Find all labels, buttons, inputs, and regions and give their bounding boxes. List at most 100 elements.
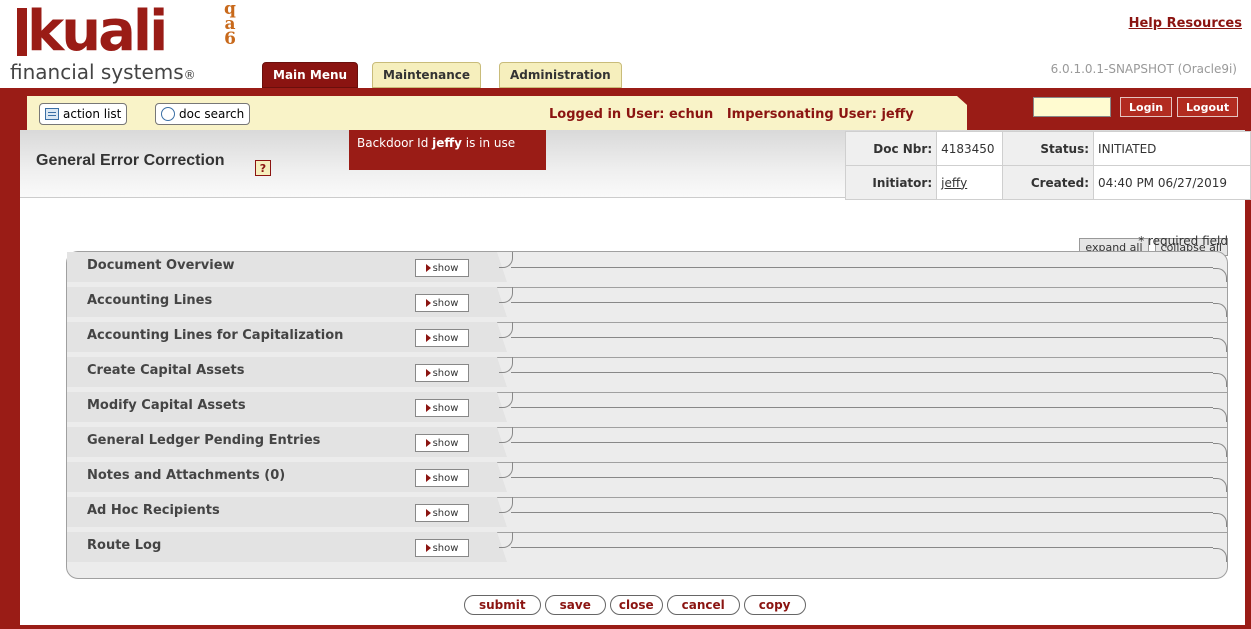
- show-button[interactable]: show: [415, 364, 469, 382]
- section-create-capital-assets: Create Capital Assets show: [67, 357, 1227, 392]
- created-label: Created:: [1001, 165, 1095, 200]
- show-label: show: [432, 402, 459, 414]
- tab-administration[interactable]: Administration: [499, 62, 622, 88]
- action-list-button[interactable]: action list: [39, 103, 128, 125]
- section-modify-capital-assets: Modify Capital Assets show: [67, 392, 1227, 427]
- section-route-log: Route Log show: [67, 532, 1227, 567]
- document-actions: submit save close cancel copy: [464, 595, 806, 615]
- show-label: show: [432, 437, 459, 449]
- expand-arrow-icon: [425, 544, 431, 552]
- action-list-icon: [45, 108, 59, 120]
- section-title: Notes and Attachments (0): [87, 468, 286, 483]
- section-divider: [511, 357, 1213, 373]
- section-divider: [511, 427, 1213, 443]
- backdoor-login-input[interactable]: [1033, 97, 1111, 117]
- page-title: General Error Correction: [36, 152, 225, 169]
- created-value: 04:40 PM 06/27/2019: [1093, 165, 1251, 200]
- section-divider: [511, 497, 1213, 513]
- logo-bar: [17, 8, 27, 56]
- show-button[interactable]: show: [415, 294, 469, 312]
- section-accounting-lines: Accounting Lines show: [67, 287, 1227, 322]
- show-label: show: [432, 507, 459, 519]
- logo-stack: q a 6: [220, 1, 240, 49]
- section-divider: [511, 392, 1213, 408]
- section-title: General Ledger Pending Entries: [87, 433, 321, 448]
- initiator-link[interactable]: jeffy: [941, 176, 967, 190]
- section-notes-attachments: Notes and Attachments (0) show: [67, 462, 1227, 497]
- close-button[interactable]: close: [609, 595, 663, 615]
- status-label: Status:: [1001, 131, 1095, 166]
- section-title: Route Log: [87, 538, 162, 553]
- show-label: show: [432, 472, 459, 484]
- section-divider: [511, 287, 1213, 303]
- show-button[interactable]: show: [415, 399, 469, 417]
- logged-in-status: Logged in User: echun Impersonating User…: [549, 107, 914, 122]
- help-icon[interactable]: ?: [255, 160, 271, 176]
- logo-wordmark: kuali: [27, 0, 168, 64]
- section-title: Accounting Lines for Capitalization: [87, 328, 344, 343]
- section-divider: [511, 252, 1213, 268]
- show-button[interactable]: show: [415, 504, 469, 522]
- status-value: INITIATED: [1093, 131, 1251, 166]
- show-button[interactable]: show: [415, 539, 469, 557]
- expand-arrow-icon: [425, 369, 431, 377]
- left-border: [0, 88, 20, 629]
- submit-button[interactable]: submit: [464, 595, 541, 615]
- expand-arrow-icon: [425, 404, 431, 412]
- expand-arrow-icon: [425, 334, 431, 342]
- copy-button[interactable]: copy: [743, 595, 806, 615]
- tab-maintenance[interactable]: Maintenance: [372, 62, 482, 88]
- backdoor-user: jeffy: [432, 136, 462, 150]
- doc-search-button[interactable]: doc search: [155, 103, 251, 125]
- show-label: show: [432, 332, 459, 344]
- initiator-label: Initiator:: [844, 165, 938, 200]
- tab-main-menu[interactable]: Main Menu: [262, 62, 359, 88]
- show-label: show: [432, 262, 459, 274]
- doc-nbr-label: Doc Nbr:: [844, 131, 938, 166]
- logo-subtitle-text: financial systems: [10, 60, 184, 84]
- section-ad-hoc-recipients: Ad Hoc Recipients show: [67, 497, 1227, 532]
- expand-arrow-icon: [425, 439, 431, 447]
- section-gl-pending-entries: General Ledger Pending Entries show: [67, 427, 1227, 462]
- document-info-table: Doc Nbr: 4183450 Status: INITIATED Initi…: [844, 131, 1251, 200]
- registered-mark: ®: [183, 68, 196, 82]
- required-field-note-text: * required field: [1138, 234, 1228, 248]
- section-title: Accounting Lines: [87, 293, 213, 308]
- section-title: Document Overview: [87, 258, 235, 273]
- show-button[interactable]: show: [415, 259, 469, 277]
- show-button[interactable]: show: [415, 329, 469, 347]
- doc-nbr-value: 4183450: [936, 131, 1003, 166]
- section-divider-end: [1213, 268, 1227, 282]
- section-title: Create Capital Assets: [87, 363, 245, 378]
- section-divider: [511, 322, 1213, 338]
- section-document-overview: Document Overview show: [67, 252, 1227, 287]
- search-icon: [161, 107, 175, 121]
- expand-arrow-icon: [425, 474, 431, 482]
- version-label: 6.0.1.0.1-SNAPSHOT (Oracle9i): [1050, 62, 1237, 76]
- logo-stack-letter: 6: [224, 29, 236, 49]
- backdoor-prefix: Backdoor Id: [357, 136, 433, 150]
- bottom-border: [0, 625, 1251, 629]
- initiator-cell: jeffy: [936, 165, 1003, 200]
- show-label: show: [432, 367, 459, 379]
- save-button[interactable]: save: [544, 595, 606, 615]
- section-title: Ad Hoc Recipients: [87, 503, 220, 518]
- section-accounting-lines-capitalization: Accounting Lines for Capitalization show: [67, 322, 1227, 357]
- help-resources-link[interactable]: Help Resources: [1129, 16, 1242, 31]
- show-label: show: [432, 297, 459, 309]
- show-button[interactable]: show: [415, 469, 469, 487]
- show-label: show: [432, 542, 459, 554]
- sections-panel: Document Overview show Accounting Lines …: [66, 251, 1228, 579]
- expand-arrow-icon: [425, 509, 431, 517]
- backdoor-suffix: is in use: [461, 136, 516, 150]
- logo-subtitle: financial systems®: [10, 60, 196, 84]
- cancel-button[interactable]: cancel: [666, 595, 740, 615]
- logout-button[interactable]: Logout: [1177, 97, 1239, 117]
- show-button[interactable]: show: [415, 434, 469, 452]
- section-title: Modify Capital Assets: [87, 398, 246, 413]
- action-list-label: action list: [63, 107, 122, 121]
- expand-arrow-icon: [425, 264, 431, 272]
- expand-arrow-icon: [425, 299, 431, 307]
- login-button[interactable]: Login: [1120, 97, 1173, 117]
- doc-search-label: doc search: [179, 107, 245, 121]
